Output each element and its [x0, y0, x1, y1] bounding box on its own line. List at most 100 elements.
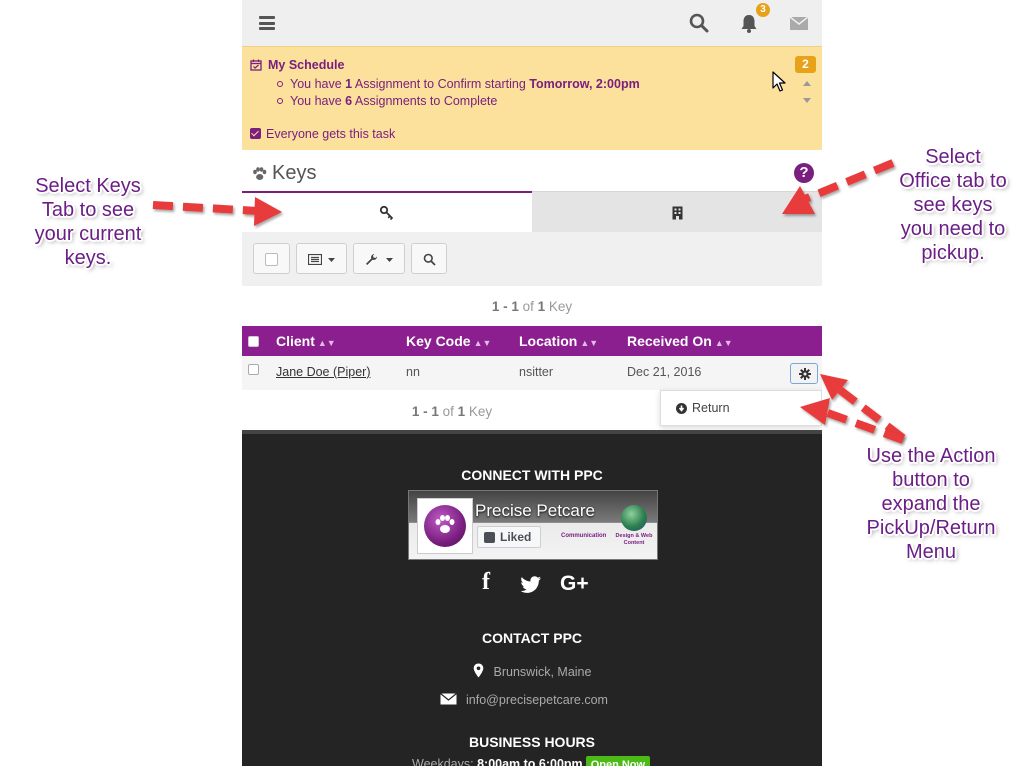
schedule-item[interactable]: You have 1 Assignment to Confirm startin… — [277, 76, 640, 93]
my-schedule-panel: My Schedule You have 1 Assignment to Con… — [242, 46, 822, 150]
annotation-line: button to — [892, 469, 970, 491]
task-checkbox[interactable] — [250, 128, 261, 139]
menu-item-label: Return — [692, 401, 730, 415]
column-header-label: Location — [519, 333, 578, 349]
mouse-cursor-icon — [772, 71, 786, 92]
envelope-icon[interactable] — [788, 12, 810, 34]
select-all-checkbox[interactable] — [265, 253, 278, 266]
twitter-icon[interactable] — [520, 576, 542, 594]
schedule-title[interactable]: My Schedule — [268, 58, 344, 72]
annotation-line: Tab to see — [41, 199, 135, 221]
columns-menu-button[interactable] — [296, 243, 347, 274]
hours-line: Weekdays: 8:00am to 6:00pm Open Now — [412, 756, 651, 766]
location-text: Brunswick, Maine — [493, 665, 592, 679]
hours-time: 8:00am to 6:00pm — [477, 757, 583, 766]
schedule-when: Tomorrow, 2:00pm — [529, 77, 640, 91]
count-total: 1 — [457, 404, 466, 419]
column-header-key-code[interactable]: Key Code ▲▼ — [406, 333, 491, 349]
open-now-badge: Open Now — [585, 756, 651, 766]
location-line: Brunswick, Maine — [242, 663, 822, 679]
caret-down-icon — [386, 258, 393, 262]
received-on-cell: Dec 21, 2016 — [627, 365, 702, 379]
facebook-icon[interactable]: f — [482, 569, 490, 596]
schedule-scroll-control[interactable] — [800, 77, 814, 107]
annotation-line: Office tab to — [899, 170, 1007, 192]
keys-table-header: Client ▲▼ Key Code ▲▼ Location ▲▼ Received … — [242, 326, 822, 356]
wrench-icon — [366, 253, 378, 265]
annotation-line: expand the — [881, 493, 981, 515]
result-count-bottom: 1 - 1 of 1 Key — [242, 404, 662, 419]
column-header-received-on[interactable]: Received On ▲▼ — [627, 333, 733, 349]
column-header-label: Received On — [627, 333, 712, 349]
paw-logo-icon — [424, 505, 466, 547]
table-row: Jane Doe (Piper) nn nsitter Dec 21, 2016 — [242, 356, 822, 390]
count-to: 1 — [431, 404, 439, 419]
tools-menu-button[interactable] — [353, 243, 405, 274]
annotation-line: your current — [34, 223, 142, 245]
result-count-top: 1 - 1 of 1 Key — [242, 299, 822, 314]
annotation-action-button: Use the Action button to expand the Pick… — [855, 444, 1007, 564]
everyone-task-row[interactable]: Everyone gets this task — [250, 127, 395, 141]
count-sep: - — [499, 299, 512, 314]
envelope-icon — [440, 693, 457, 705]
fb-cover-text: Design & Web Content — [615, 533, 653, 546]
building-icon — [672, 206, 683, 220]
fb-page-name[interactable]: Precise Petcare — [475, 501, 595, 521]
bell-icon[interactable] — [738, 12, 760, 34]
email-link[interactable]: info@precisepetcare.com — [466, 693, 608, 707]
help-icon[interactable]: ? — [794, 163, 814, 183]
facebook-icon — [484, 532, 495, 543]
schedule-list: You have 1 Assignment to Confirm startin… — [277, 76, 640, 110]
tab-office[interactable] — [532, 191, 822, 232]
menu-icon[interactable] — [259, 16, 275, 30]
arrow-circle-down-icon — [676, 403, 687, 414]
top-bar: 3 — [242, 0, 822, 46]
fb-liked-label: Liked — [500, 530, 532, 544]
annotation-line: Select Keys — [35, 175, 141, 197]
annotation-line: keys. — [64, 247, 112, 269]
search-icon[interactable] — [688, 12, 710, 34]
facebook-page-widget[interactable]: Precise Petcare Liked Communication Desi… — [408, 490, 658, 560]
globe-icon — [621, 505, 647, 531]
arrow-to-action-button — [820, 374, 906, 442]
keys-header: Keys ? — [242, 150, 822, 192]
select-all-button[interactable] — [253, 243, 290, 274]
caret-down-icon — [328, 258, 335, 262]
map-marker-icon — [473, 663, 483, 678]
list-toolbar — [242, 232, 822, 286]
count-unit: Key — [545, 299, 573, 314]
key-icon — [379, 205, 394, 221]
schedule-text: Assignment to Confirm starting — [352, 77, 530, 91]
count-of: of — [438, 404, 458, 419]
schedule-item[interactable]: You have 6 Assignments to Complete — [277, 93, 640, 110]
calendar-check-icon — [250, 59, 262, 71]
gear-icon — [799, 368, 811, 380]
annotation-line: see keys — [913, 194, 993, 216]
column-header-client[interactable]: Client ▲▼ — [276, 333, 336, 349]
sort-icon: ▲▼ — [714, 338, 733, 348]
google-plus-icon[interactable]: G+ — [560, 572, 589, 596]
column-header-label: Key Code — [406, 333, 471, 349]
schedule-text: You have — [290, 94, 346, 108]
fb-page-logo[interactable] — [417, 498, 473, 554]
column-header-label: Client — [276, 333, 315, 349]
keys-tabs — [242, 191, 822, 232]
row-checkbox[interactable] — [248, 364, 259, 375]
email-line: info@precisepetcare.com — [242, 693, 814, 707]
header-checkbox[interactable] — [248, 336, 259, 347]
action-button[interactable] — [790, 363, 818, 384]
site-footer: CONNECT WITH PPC Precise Petcare Liked C… — [242, 430, 822, 766]
search-toggle-button[interactable] — [411, 243, 447, 274]
sort-icon: ▲▼ — [317, 338, 336, 348]
column-header-location[interactable]: Location ▲▼ — [519, 333, 598, 349]
sort-icon: ▲▼ — [473, 338, 492, 348]
fb-liked-button[interactable]: Liked — [477, 526, 541, 548]
hours-heading: BUSINESS HOURS — [468, 734, 596, 750]
annotation-line: you need to — [900, 218, 1006, 240]
tab-keys[interactable] — [242, 191, 532, 232]
annotation-keys-tab: Select Keys Tab to see your current keys… — [24, 174, 152, 270]
client-link[interactable]: Jane Doe (Piper) — [276, 365, 371, 379]
location-cell: nsitter — [519, 365, 554, 379]
annotation-line: pickup. — [921, 242, 985, 264]
paw-icon — [253, 167, 267, 180]
